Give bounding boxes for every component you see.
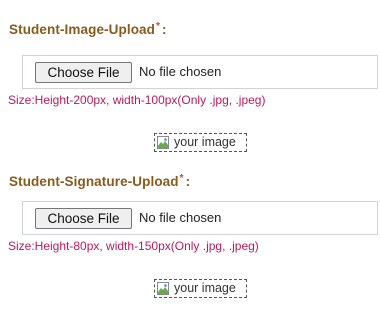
student-signature-upload-label-text: Student-Signature-Upload	[9, 174, 179, 189]
label-colon: :	[185, 174, 191, 189]
required-asterisk: *	[179, 173, 184, 184]
student-image-preview-alt: your image	[174, 135, 236, 149]
student-signature-size-hint: Size:Height-80px, width-150px(Only .jpg,…	[8, 239, 259, 253]
student-signature-preview-alt: your image	[174, 281, 236, 295]
student-image-file-status: No file chosen	[139, 64, 222, 79]
student-image-upload-label: Student-Image-Upload*:	[9, 21, 167, 37]
student-signature-upload-label: Student-Signature-Upload*:	[9, 173, 191, 189]
student-image-preview: your image	[154, 133, 247, 152]
student-image-file-input[interactable]: Choose File No file chosen	[22, 55, 378, 89]
label-colon: :	[162, 22, 167, 37]
upload-panel: Student-Image-Upload*: Choose File No fi…	[0, 0, 380, 312]
broken-image-icon	[157, 136, 169, 149]
student-signature-preview: your image	[154, 279, 247, 298]
student-signature-file-input[interactable]: Choose File No file chosen	[22, 201, 378, 235]
student-signature-file-status: No file chosen	[139, 210, 222, 225]
student-image-size-hint: Size:Height-200px, width-100px(Only .jpg…	[8, 93, 266, 107]
student-image-upload-label-text: Student-Image-Upload	[9, 22, 155, 37]
student-image-choose-file-button[interactable]: Choose File	[35, 62, 132, 83]
student-signature-choose-file-button[interactable]: Choose File	[35, 208, 132, 229]
broken-image-icon	[157, 282, 169, 295]
required-asterisk: *	[156, 21, 160, 32]
